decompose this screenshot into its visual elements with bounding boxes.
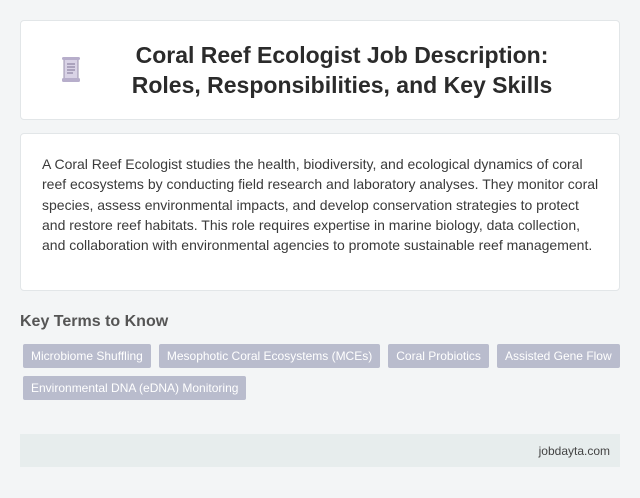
key-term-tag[interactable]: Environmental DNA (eDNA) Monitoring — [23, 376, 247, 400]
description-text: A Coral Reef Ecologist studies the healt… — [42, 156, 599, 254]
key-term-tag[interactable]: Microbiome Shuffling — [23, 344, 151, 368]
key-term-tag[interactable]: Mesophotic Coral Ecosystems (MCEs) — [158, 344, 381, 368]
key-terms-list: Microbiome Shuffling Mesophotic Coral Ec… — [23, 344, 623, 400]
key-term-tag[interactable]: Assisted Gene Flow — [496, 344, 620, 368]
title-card: Coral Reef Ecologist Job Description: Ro… — [20, 20, 620, 120]
page-title: Coral Reef Ecologist Job Description: Ro… — [131, 42, 553, 98]
document-icon — [62, 57, 80, 82]
footer: jobdayta.com — [20, 434, 620, 467]
title-row: Coral Reef Ecologist Job Description: Ro… — [60, 40, 580, 100]
key-term-tag[interactable]: Coral Probiotics — [388, 344, 489, 368]
key-terms-heading: Key Terms to Know — [20, 313, 169, 330]
footer-site-link[interactable]: jobdayta.com — [539, 444, 610, 458]
description-card: A Coral Reef Ecologist studies the healt… — [20, 133, 620, 291]
